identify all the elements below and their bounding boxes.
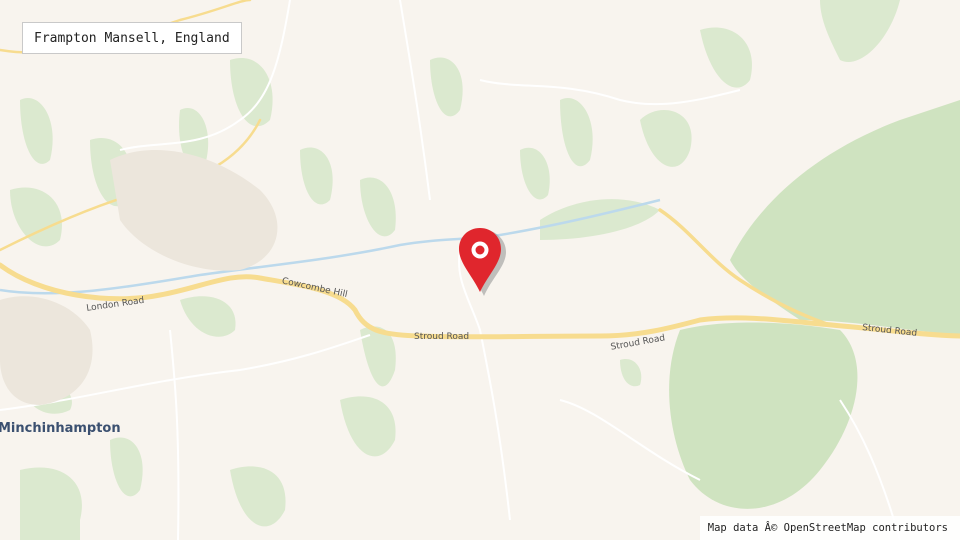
location-label: Frampton Mansell, England xyxy=(22,22,242,54)
map-canvas[interactable]: London Road Cowcombe Hill Stroud Road St… xyxy=(0,0,960,540)
map-attribution[interactable]: Map data Â© OpenStreetMap contributors xyxy=(699,516,960,540)
map-pin-icon[interactable] xyxy=(459,228,506,296)
road-label-cowcombe-hill: Cowcombe Hill xyxy=(281,276,348,300)
place-label-minchinhampton: Minchinhampton xyxy=(0,421,121,436)
road-label-stroud-road-1: Stroud Road xyxy=(414,332,469,342)
